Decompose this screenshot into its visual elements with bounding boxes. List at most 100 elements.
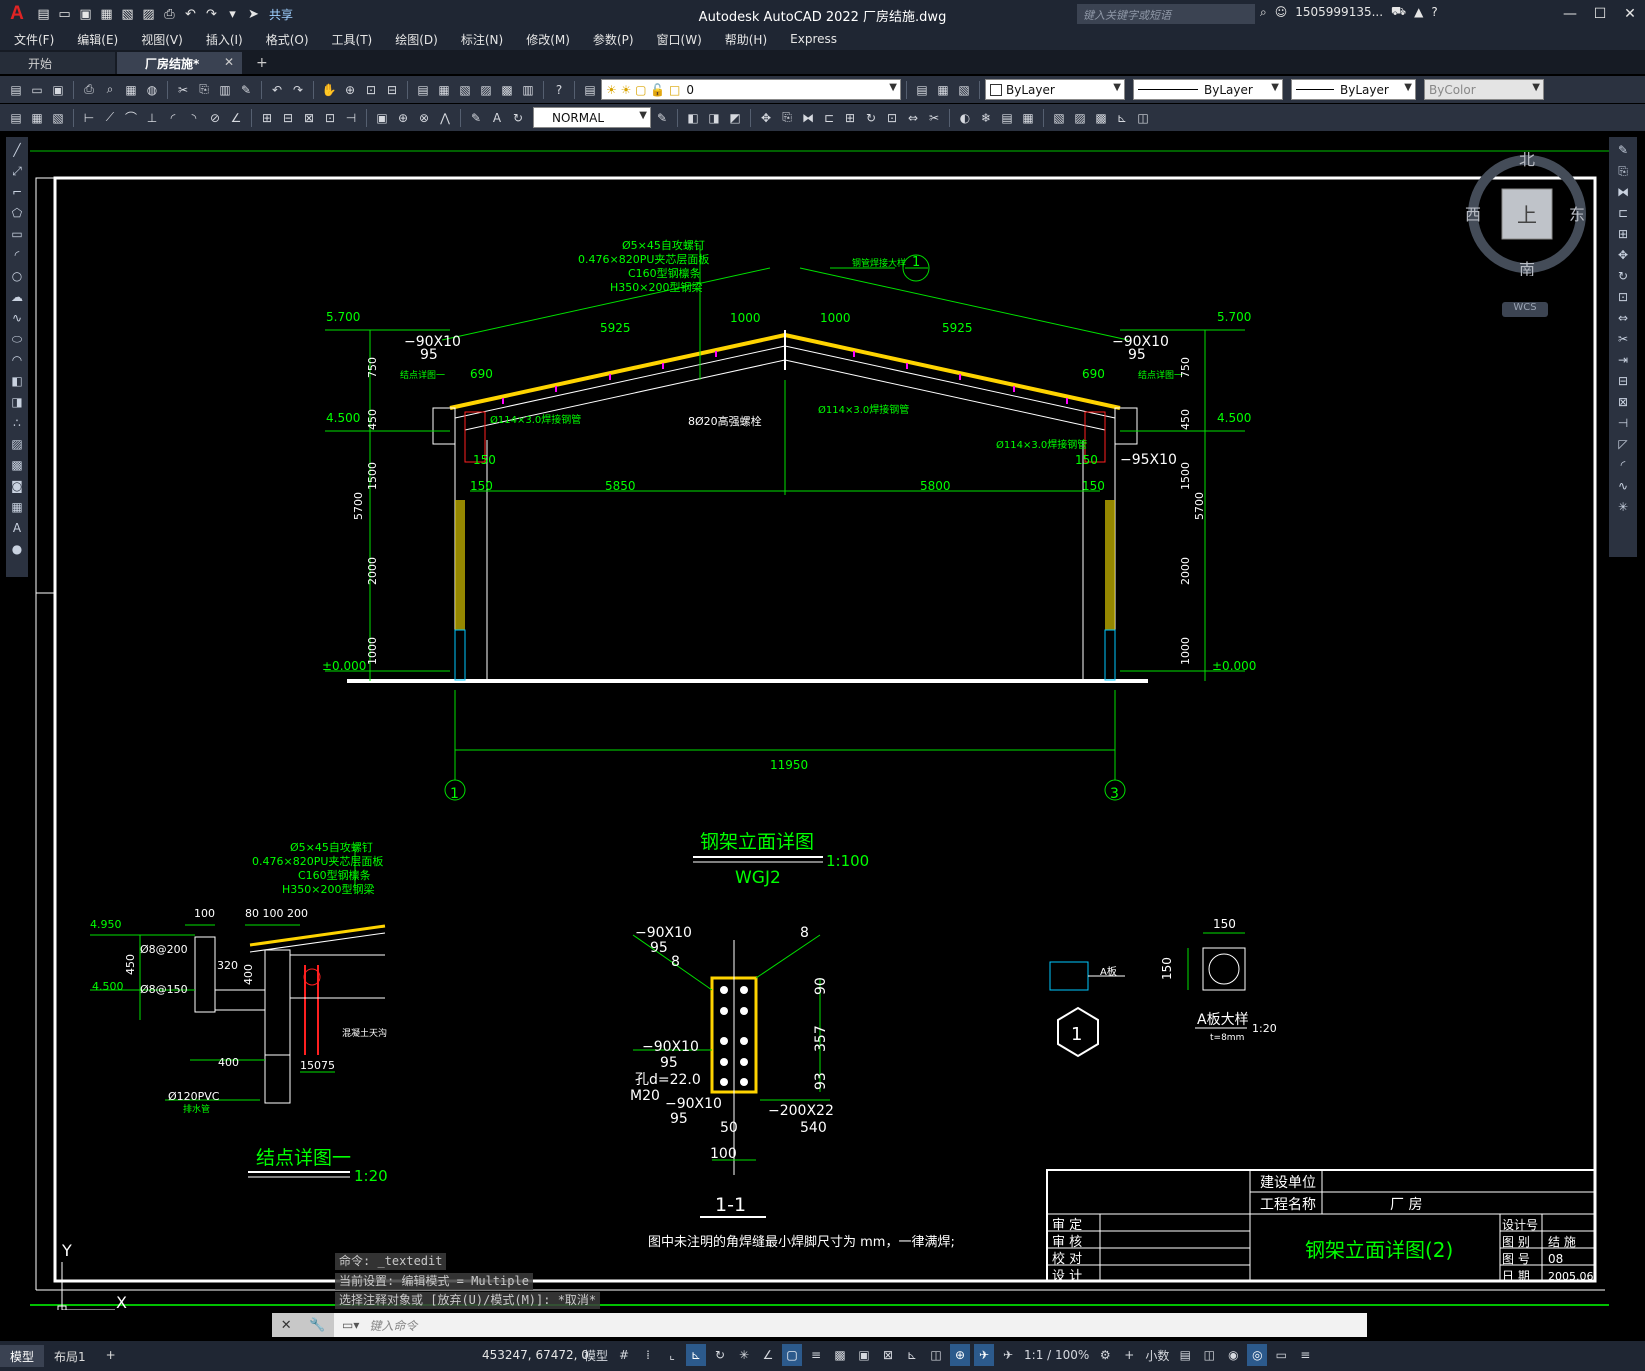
color-dropdown[interactable]: ByLayer ▼	[985, 79, 1125, 100]
make-block-icon[interactable]: ◨	[8, 393, 26, 411]
viewcube[interactable]: 上 北 南 东 西	[1465, 152, 1589, 276]
cart-icon[interactable]: ⛟	[1391, 4, 1406, 20]
circle-icon[interactable]: ○	[8, 267, 26, 285]
isodraft-icon[interactable]: ✳	[734, 1344, 754, 1366]
mirror-icon[interactable]: ⧓	[798, 108, 818, 128]
3d-print-icon[interactable]: ◍	[142, 80, 162, 100]
join-icon[interactable]: ⊣	[1614, 414, 1632, 432]
minimize-button[interactable]: —	[1555, 0, 1585, 28]
properties-icon[interactable]: ▤	[413, 80, 433, 100]
osnap-icon[interactable]: ▢	[782, 1344, 803, 1366]
dim-jogged-icon[interactable]: ◝	[184, 108, 204, 128]
open-icon[interactable]: ▭	[55, 5, 74, 24]
dim-diameter-icon[interactable]: ⊘	[205, 108, 225, 128]
new-icon[interactable]: ▤	[6, 80, 26, 100]
undo-icon[interactable]: ↶	[181, 5, 200, 24]
xref-icon[interactable]: ▧	[1049, 108, 1069, 128]
jogged-linear-icon[interactable]: ⋀	[435, 108, 455, 128]
menu-help[interactable]: 帮助(H)	[725, 31, 767, 48]
region-icon[interactable]: ◙	[8, 477, 26, 495]
view-icon[interactable]: ◫	[1133, 108, 1153, 128]
user-name[interactable]: 1505999135...	[1295, 5, 1383, 19]
wrench-icon[interactable]: 🔧	[309, 1318, 325, 1333]
dim-linear-icon[interactable]: ⊢	[79, 108, 99, 128]
extend-icon[interactable]: ⇥	[1614, 351, 1632, 369]
layer-lock-icon[interactable]: ▤	[997, 108, 1017, 128]
menu-insert[interactable]: 插入(I)	[206, 31, 243, 48]
add-layout-button[interactable]: +	[96, 1345, 126, 1367]
print-icon[interactable]: ⎙	[79, 80, 99, 100]
drawing-viewport[interactable]: 5.700 4.500 ±0.000 5.700 4.500 ±0.000 Ø5…	[28, 137, 1609, 1310]
array-icon[interactable]: ⊞	[840, 108, 860, 128]
dim-angular-icon[interactable]: ∠	[226, 108, 246, 128]
help-icon[interactable]: ?	[1431, 5, 1437, 19]
customize-icon[interactable]: ≡	[1295, 1344, 1315, 1366]
rectangle-icon[interactable]: ▭	[8, 225, 26, 243]
cut-icon[interactable]: ✂	[173, 80, 193, 100]
dynamic-ucs-icon[interactable]: ⊾	[902, 1344, 922, 1366]
app-logo[interactable]: A	[0, 0, 34, 28]
offset-icon[interactable]: ⊏	[819, 108, 839, 128]
selection-cycling-icon[interactable]: ▣	[854, 1344, 874, 1366]
match-prop-icon[interactable]: ✎	[236, 80, 256, 100]
lineweight-dropdown[interactable]: ByLayer ▼	[1291, 79, 1416, 100]
units-dropdown[interactable]: 小数	[1143, 1344, 1171, 1366]
dim-text-edit-icon[interactable]: A	[487, 108, 507, 128]
save-icon[interactable]: ▣	[48, 80, 68, 100]
array-icon[interactable]: ⊞	[1614, 225, 1632, 243]
layer-off-icon[interactable]: ◐	[955, 108, 975, 128]
new-tab-button[interactable]: +	[244, 55, 280, 74]
polyline-icon[interactable]: ⌐	[8, 183, 26, 201]
spline-icon[interactable]: ∿	[8, 309, 26, 327]
menu-format[interactable]: 格式(O)	[266, 31, 309, 48]
layer-freeze-icon[interactable]: ❄	[976, 108, 996, 128]
user-icon[interactable]: ☺	[1275, 5, 1288, 19]
erase-icon[interactable]: ✎	[1614, 141, 1632, 159]
revcloud-icon[interactable]: ☁	[8, 288, 26, 306]
layer-walk-icon[interactable]: ▦	[27, 108, 47, 128]
menu-modify[interactable]: 修改(M)	[526, 31, 570, 48]
copy-obj-icon[interactable]: ⎘	[777, 108, 797, 128]
dim-update-icon[interactable]: ↻	[508, 108, 528, 128]
layer-manager-icon[interactable]: ▤	[580, 80, 600, 100]
zoom-previous-icon[interactable]: ⊟	[382, 80, 402, 100]
fillet-icon[interactable]: ◜	[1614, 456, 1632, 474]
tool-palettes-icon[interactable]: ▧	[455, 80, 475, 100]
baseline-icon[interactable]: ⊟	[278, 108, 298, 128]
annotation-scale[interactable]: 1:1 / 100%	[1022, 1344, 1091, 1366]
pan-icon[interactable]: ✋	[319, 80, 339, 100]
rotate-icon[interactable]: ↻	[861, 108, 881, 128]
menu-express[interactable]: Express	[790, 32, 837, 46]
menu-draw[interactable]: 绘图(D)	[395, 31, 438, 48]
explode-icon[interactable]: ✳	[1614, 498, 1632, 516]
layer-match-icon[interactable]: ▦	[933, 80, 953, 100]
search-input[interactable]: 键入关键字或短语	[1077, 4, 1255, 24]
compass-north[interactable]: 北	[1519, 152, 1535, 169]
ucs-icon[interactable]: ⊾	[1112, 108, 1132, 128]
publish-icon[interactable]: ▦	[121, 80, 141, 100]
linetype-dropdown[interactable]: ByLayer ▼	[1133, 79, 1283, 100]
dim-space-icon[interactable]: ⊡	[320, 108, 340, 128]
annotation-monitor-icon[interactable]: +	[1119, 1344, 1139, 1366]
menu-parametric[interactable]: 参数(P)	[593, 31, 634, 48]
dim-radius-icon[interactable]: ◜	[163, 108, 183, 128]
preview-icon[interactable]: ⌕	[100, 80, 120, 100]
block-edit-icon[interactable]: ◩	[725, 108, 745, 128]
otrack-icon[interactable]: ∠	[758, 1344, 778, 1366]
compass-south[interactable]: 南	[1519, 260, 1535, 276]
construction-line-icon[interactable]: ⤢	[8, 162, 26, 180]
save-as-icon[interactable]: ▦	[97, 5, 116, 24]
point-icon[interactable]: ∴	[8, 414, 26, 432]
arc-icon[interactable]: ◜	[8, 246, 26, 264]
ellipse-icon[interactable]: ⬭	[8, 330, 26, 348]
dim-aligned-icon[interactable]: ⟋	[100, 108, 120, 128]
move-icon[interactable]: ✥	[756, 108, 776, 128]
menu-window[interactable]: 窗口(W)	[657, 31, 702, 48]
scale-icon[interactable]: ⊡	[882, 108, 902, 128]
sheet-set-icon[interactable]: ▨	[476, 80, 496, 100]
markup-icon[interactable]: ▩	[497, 80, 517, 100]
transparency-icon[interactable]: ▩	[830, 1344, 850, 1366]
chamfer-icon[interactable]: ◸	[1614, 435, 1632, 453]
attach-icon[interactable]: ▩	[1091, 108, 1111, 128]
compass-west[interactable]: 西	[1465, 205, 1481, 224]
